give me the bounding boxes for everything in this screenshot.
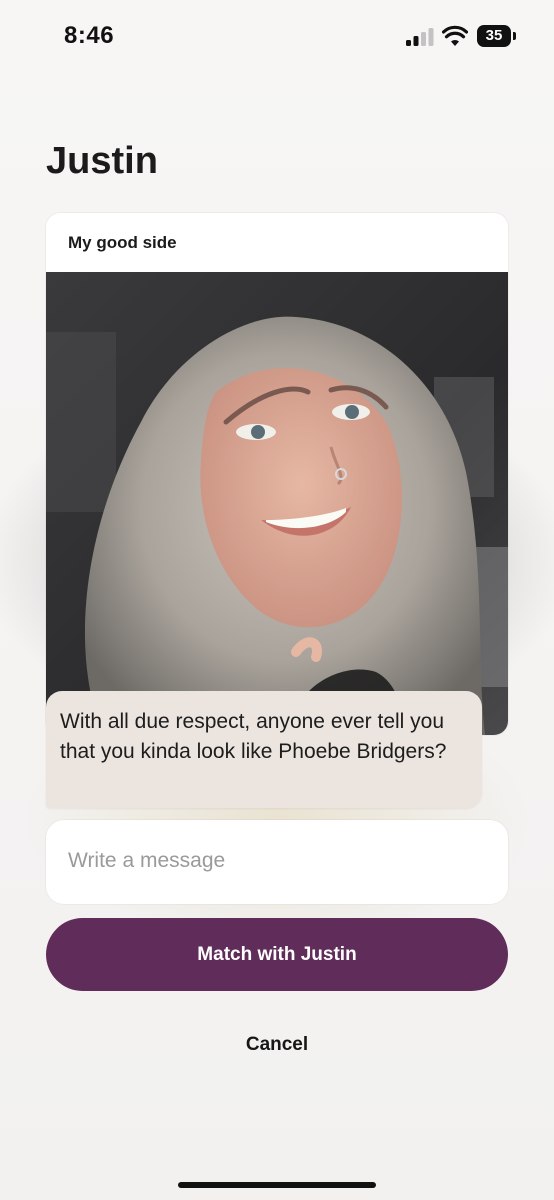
- profile-photo: [46, 272, 508, 735]
- prompt-card: My good side: [46, 213, 508, 735]
- message-input[interactable]: Write a message: [46, 820, 508, 904]
- cancel-button-label: Cancel: [245, 1034, 309, 1055]
- battery-icon: 35: [477, 25, 517, 47]
- prompt-card-title: My good side: [68, 233, 177, 252]
- message-input-placeholder: Write a message: [68, 849, 226, 872]
- status-time: 8:46: [64, 22, 115, 49]
- cellular-signal-icon: [406, 28, 434, 46]
- status-bar: 8:46 35: [0, 0, 554, 70]
- wifi-icon: [442, 25, 468, 46]
- match-button[interactable]: Match with Justin: [46, 918, 508, 991]
- match-button-label: Match with Justin: [197, 944, 357, 965]
- profile-name: Justin: [46, 140, 158, 182]
- home-indicator[interactable]: [178, 1182, 376, 1188]
- cancel-button[interactable]: Cancel: [177, 1022, 377, 1068]
- comment-text: With all due respect, anyone ever tell y…: [60, 710, 447, 763]
- battery-level: 35: [485, 27, 503, 44]
- comment-bubble: With all due respect, anyone ever tell y…: [46, 691, 482, 808]
